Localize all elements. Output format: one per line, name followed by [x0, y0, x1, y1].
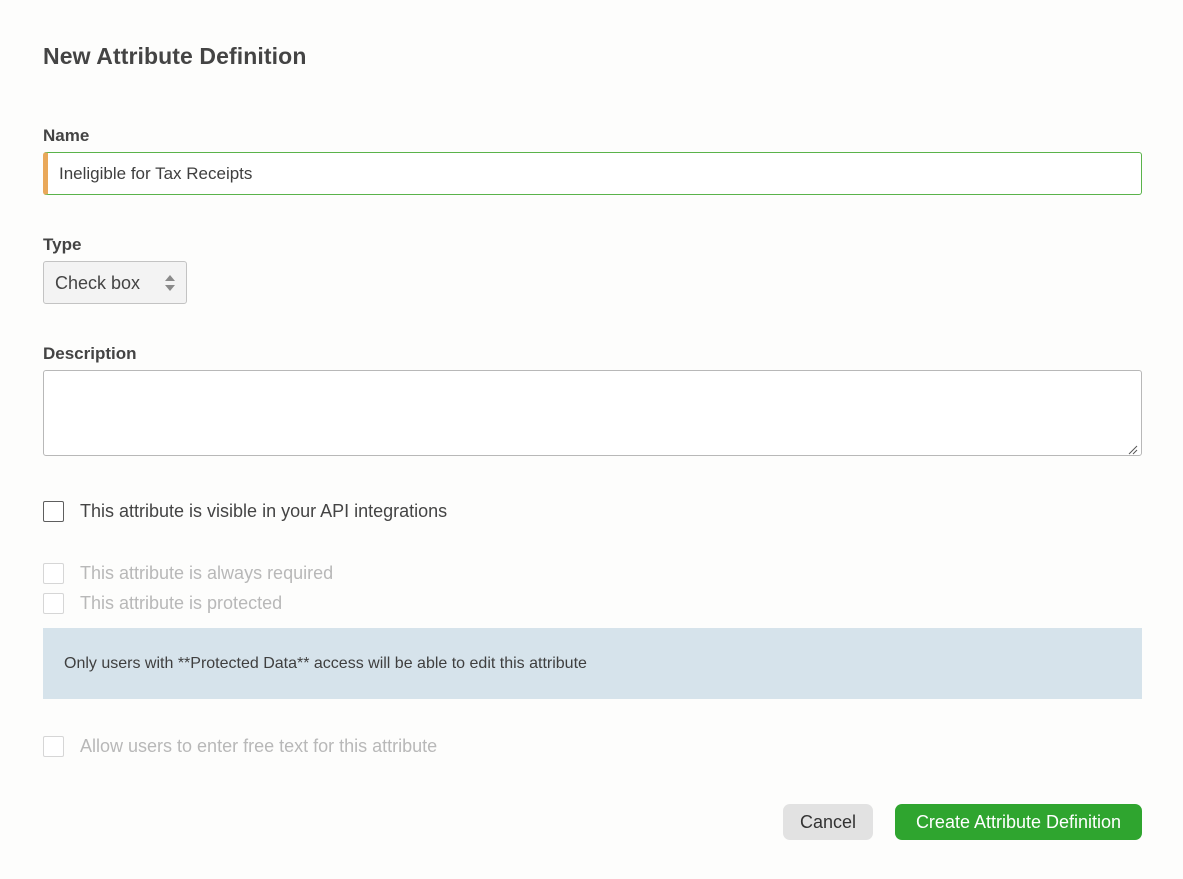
- free-text-option: Allow users to enter free text for this …: [43, 735, 437, 757]
- type-label: Type: [43, 235, 82, 254]
- description-label: Description: [43, 344, 137, 363]
- always-required-option: This attribute is always required: [43, 562, 333, 584]
- type-select[interactable]: Check box: [43, 261, 187, 304]
- free-text-checkbox: [43, 735, 64, 757]
- protected-option: This attribute is protected: [43, 592, 282, 614]
- protected-label: This attribute is protected: [80, 592, 283, 613]
- api-visible-label[interactable]: This attribute is visible in your API in…: [80, 501, 447, 522]
- api-visible-option[interactable]: This attribute is visible in your API in…: [43, 500, 447, 522]
- cancel-button[interactable]: Cancel: [783, 804, 873, 840]
- name-label: Name: [43, 126, 90, 145]
- always-required-label: This attribute is always required: [80, 562, 334, 583]
- name-input[interactable]: [43, 152, 1142, 195]
- protected-checkbox: [43, 592, 64, 614]
- always-required-checkbox: [43, 562, 64, 584]
- attribute-definition-dialog: New Attribute Definition Name Type Check…: [0, 0, 1183, 879]
- type-select-value: Check box: [55, 273, 141, 293]
- resize-handle-icon[interactable]: [1128, 442, 1138, 455]
- free-text-label: Allow users to enter free text for this …: [80, 735, 438, 756]
- protected-data-notice: Only users with **Protected Data** acces…: [43, 628, 1142, 699]
- api-visible-checkbox[interactable]: [43, 500, 64, 522]
- create-attribute-definition-button[interactable]: Create Attribute Definition: [895, 804, 1142, 840]
- description-textarea[interactable]: [43, 370, 1142, 456]
- select-arrows-icon: [164, 273, 176, 293]
- dialog-title: New Attribute Definition: [43, 43, 307, 69]
